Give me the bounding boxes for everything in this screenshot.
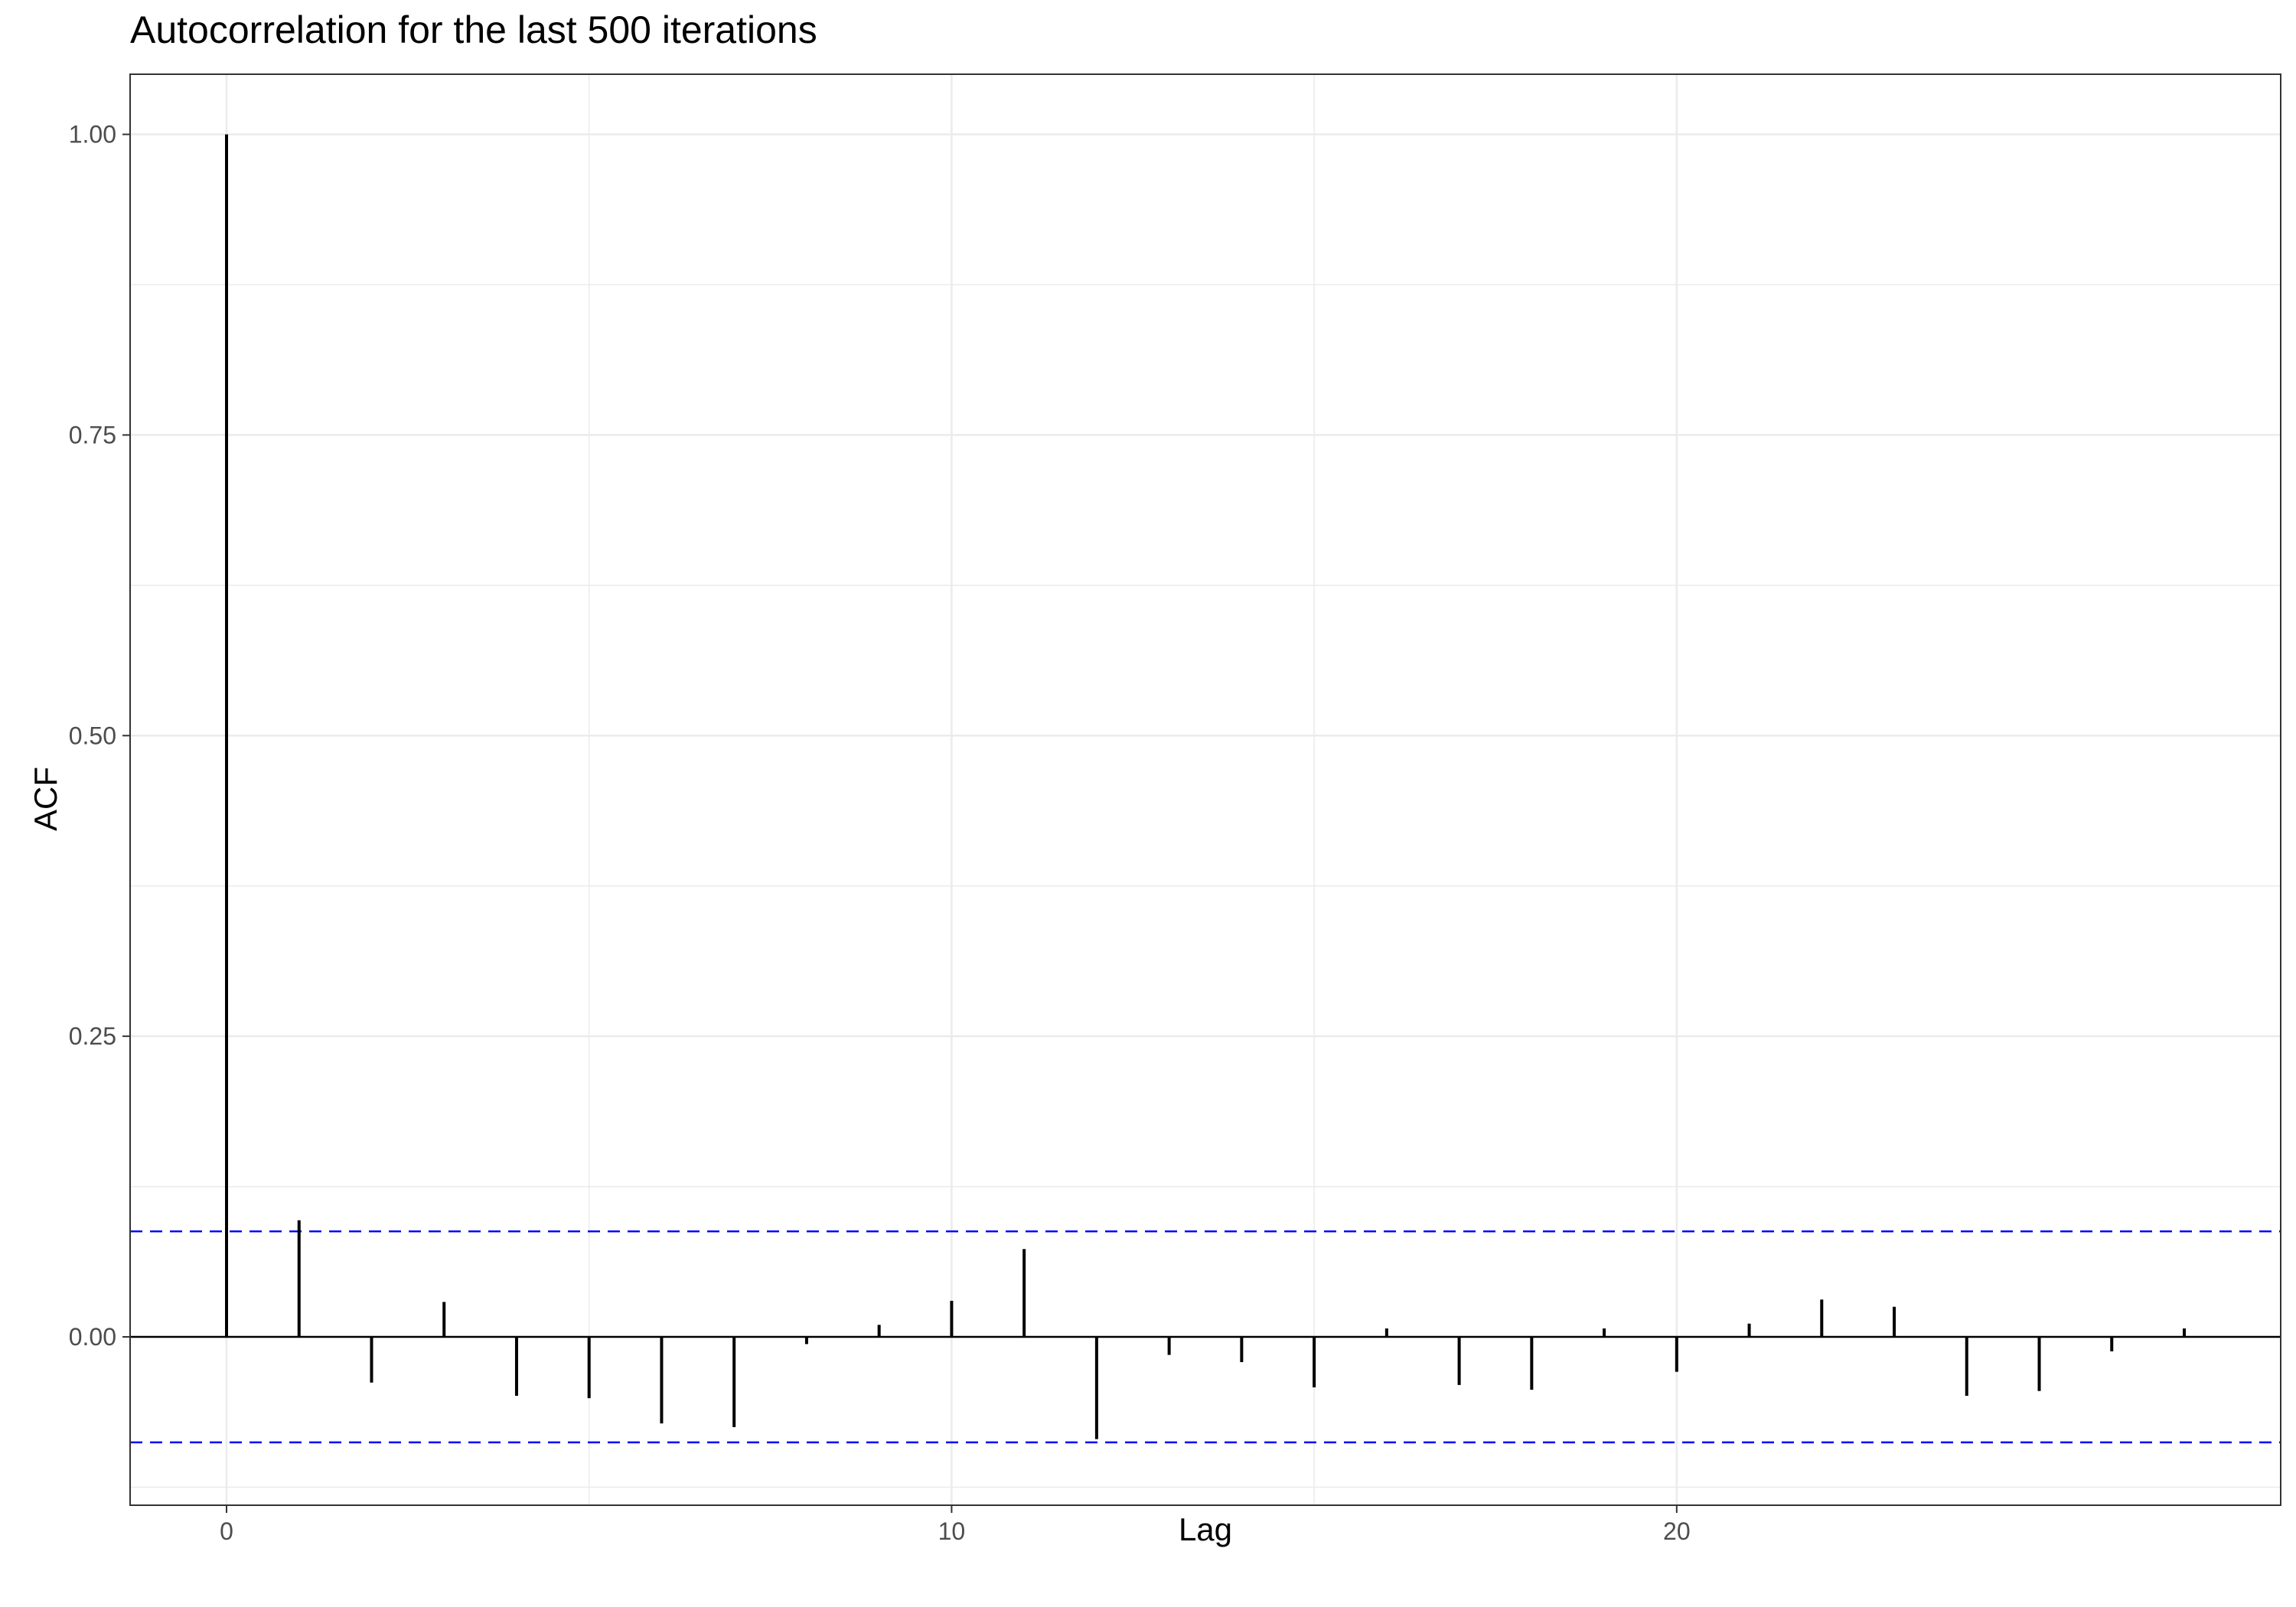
x-tick-label: 0 [220, 1517, 233, 1545]
y-tick-label: 0.25 [69, 1022, 116, 1050]
y-tick-label: 0.50 [69, 722, 116, 749]
y-tick-label: 0.75 [69, 421, 116, 448]
x-tick-label: 10 [938, 1517, 966, 1545]
plot-panel [130, 74, 2281, 1505]
acf-chart: 0 10 20 0.00 0.25 0.50 0.75 1.00 [69, 73, 2281, 1545]
x-tick-label: 20 [1663, 1517, 1691, 1545]
y-tick-label: 0.00 [69, 1323, 116, 1351]
y-tick-label: 1.00 [69, 121, 116, 148]
